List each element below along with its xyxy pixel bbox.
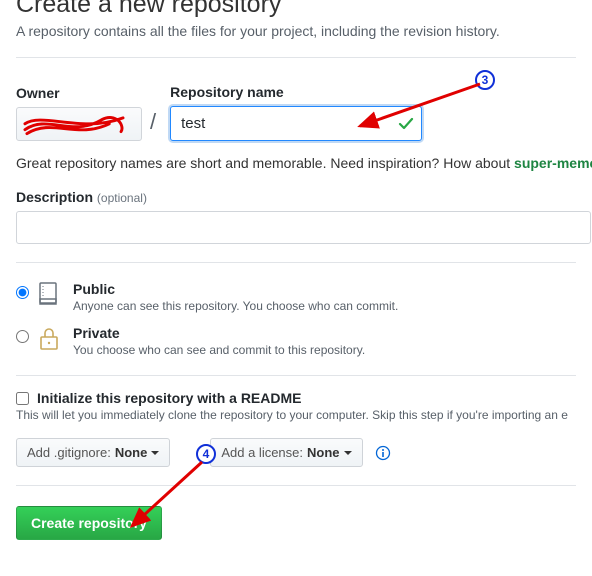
repo-name-label: Repository name — [170, 84, 422, 100]
visibility-public-radio[interactable] — [16, 286, 29, 299]
init-readme-checkbox[interactable] — [16, 392, 29, 405]
license-dropdown[interactable]: Add a license: None — [210, 438, 362, 467]
public-title: Public — [73, 281, 398, 297]
page-subtitle: A repository contains all the files for … — [16, 23, 576, 39]
check-icon — [398, 116, 414, 132]
visibility-private-radio[interactable] — [16, 330, 29, 343]
divider — [16, 57, 576, 58]
description-input[interactable] — [16, 211, 591, 244]
repo-icon — [37, 281, 65, 312]
description-label: Description — [16, 189, 93, 205]
public-desc: Anyone can see this repository. You choo… — [73, 299, 398, 313]
redaction-scribble — [23, 112, 127, 138]
chevron-down-icon — [344, 451, 352, 455]
lock-icon — [37, 325, 65, 356]
private-title: Private — [73, 325, 365, 341]
divider — [16, 262, 576, 263]
owner-select-button[interactable] — [16, 107, 142, 141]
annotation-step-3: 3 — [475, 70, 495, 90]
optional-tag: (optional) — [97, 191, 147, 205]
owner-label: Owner — [16, 85, 142, 101]
slash-separator: / — [150, 109, 156, 141]
private-desc: You choose who can see and commit to thi… — [73, 343, 365, 357]
divider — [16, 485, 576, 486]
init-readme-desc: This will let you immediately clone the … — [16, 408, 576, 422]
page-title: Create a new repository — [16, 0, 576, 19]
annotation-step-4: 4 — [196, 444, 216, 464]
info-icon[interactable] — [375, 445, 391, 461]
create-repository-button[interactable]: Create repository — [16, 506, 162, 540]
chevron-down-icon — [151, 451, 159, 455]
divider — [16, 375, 576, 376]
repo-name-input[interactable] — [170, 106, 422, 141]
repo-suggestion-link[interactable]: super-meme — [514, 155, 592, 171]
init-readme-label: Initialize this repository with a README — [37, 390, 301, 406]
gitignore-dropdown[interactable]: Add .gitignore: None — [16, 438, 170, 467]
repo-name-hint: Great repository names are short and mem… — [16, 155, 576, 171]
